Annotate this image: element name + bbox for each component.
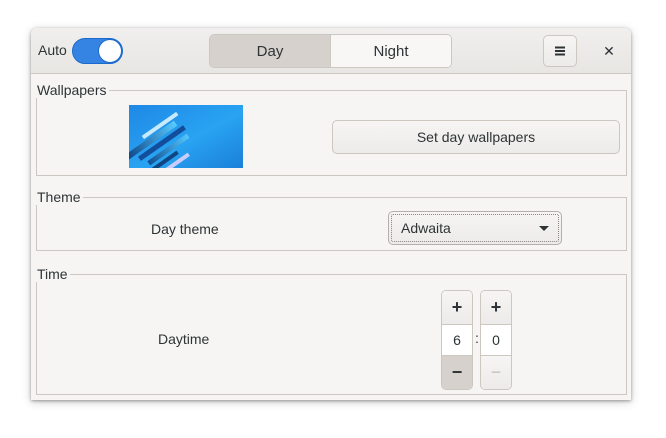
hour-decrement-button[interactable]: − xyxy=(442,356,472,389)
time-frame xyxy=(36,274,627,395)
hour-spinner: + 6 − xyxy=(441,290,473,390)
day-theme-label: Day theme xyxy=(151,221,219,237)
daytime-label: Daytime xyxy=(158,331,210,347)
auto-switch[interactable] xyxy=(72,38,123,64)
auto-label: Auto xyxy=(38,42,67,58)
minute-input[interactable]: 0 xyxy=(481,324,511,356)
tab-day[interactable]: Day xyxy=(210,35,331,67)
plus-icon: + xyxy=(490,297,502,317)
set-day-wallpapers-button[interactable]: Set day wallpapers xyxy=(332,120,620,154)
wallpaper-image xyxy=(129,105,243,168)
hour-increment-button[interactable]: + xyxy=(442,291,472,324)
time-section-title: Time xyxy=(36,266,70,282)
day-night-switcher: Day Night xyxy=(209,34,452,68)
menu-button[interactable] xyxy=(543,35,577,67)
plus-icon: + xyxy=(451,297,463,317)
time-separator: : xyxy=(475,330,479,346)
close-icon: ✕ xyxy=(603,42,615,59)
app-window: Auto Day Night ✕ Wallpapers Set day wall… xyxy=(31,28,631,400)
close-button[interactable]: ✕ xyxy=(595,36,623,66)
minus-icon: − xyxy=(451,362,463,382)
tab-night[interactable]: Night xyxy=(331,35,451,67)
hamburger-menu-icon xyxy=(555,46,565,56)
minute-decrement-button[interactable]: − xyxy=(481,356,511,389)
wallpaper-preview[interactable] xyxy=(129,105,243,168)
theme-dropdown-value: Adwaita xyxy=(401,220,451,236)
minus-icon: − xyxy=(490,362,502,382)
chevron-down-icon xyxy=(539,226,549,231)
wallpapers-section-title: Wallpapers xyxy=(36,82,109,98)
minute-spinner: + 0 − xyxy=(480,290,512,390)
hour-input[interactable]: 6 xyxy=(442,324,472,356)
minute-increment-button[interactable]: + xyxy=(481,291,511,324)
theme-dropdown[interactable]: Adwaita xyxy=(388,211,562,245)
header-bar: Auto Day Night ✕ xyxy=(31,28,631,74)
theme-section-title: Theme xyxy=(36,189,83,205)
switch-knob xyxy=(98,39,122,63)
